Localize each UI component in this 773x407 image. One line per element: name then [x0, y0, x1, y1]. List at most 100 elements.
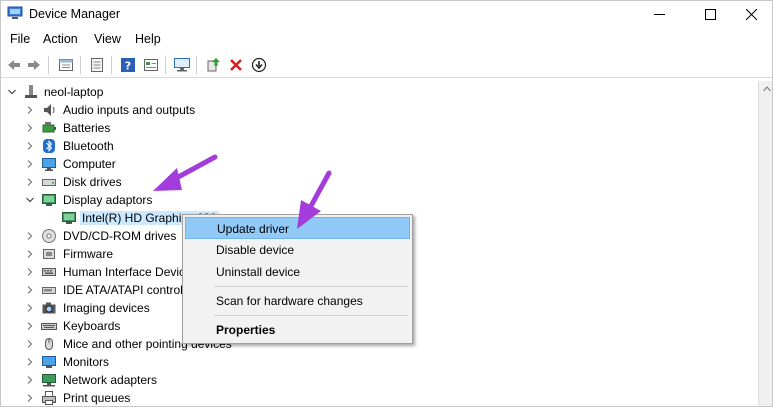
uninstall-icon: [230, 59, 242, 71]
expand-chevron-icon[interactable]: [25, 285, 35, 295]
scan-hardware-icon: [174, 58, 190, 72]
ide-icon: [42, 287, 56, 294]
tree-item-label: Bluetooth: [63, 139, 114, 153]
back-icon: [8, 60, 20, 70]
scroll-up-button[interactable]: [759, 81, 772, 97]
forward-icon: [28, 60, 40, 70]
tree-item-keyboards[interactable]: Keyboards: [1, 317, 181, 335]
menu-item-label: Uninstall device: [216, 265, 301, 279]
tree-item-label: Disk drives: [63, 175, 122, 189]
tree-item-label: Batteries: [63, 121, 111, 135]
scan-hardware-button[interactable]: [172, 55, 192, 75]
tree-item-disk-drives[interactable]: Disk drives: [1, 173, 301, 191]
menu-action[interactable]: Action: [43, 32, 78, 46]
display-adapter-icon: [42, 194, 56, 206]
tree-item-bluetooth[interactable]: Bluetooth: [1, 137, 301, 155]
tree-item-computer[interactable]: Computer: [1, 155, 301, 173]
expand-chevron-icon[interactable]: [25, 123, 35, 133]
properties-icon: [59, 59, 73, 71]
uninstall-device-menu-item[interactable]: Uninstall device: [185, 261, 410, 283]
tree-item-batteries[interactable]: Batteries: [1, 119, 301, 137]
tree-item-monitors[interactable]: Monitors: [1, 353, 241, 371]
help-icon: ?: [121, 58, 135, 73]
download-icon: [251, 57, 267, 73]
update-driver-button[interactable]: [203, 55, 223, 75]
uninstall-button[interactable]: [226, 55, 246, 75]
properties-button[interactable]: [56, 55, 76, 75]
collapse-chevron-icon[interactable]: [25, 195, 35, 205]
tree-item-display-adaptors[interactable]: Display adaptors: [1, 191, 301, 209]
menu-item-label: Update driver: [217, 222, 290, 236]
tree-item-ide[interactable]: IDE ATA/ATAPI controllers: [1, 281, 202, 299]
window-title: Device Manager: [29, 7, 121, 21]
expand-chevron-icon[interactable]: [25, 177, 35, 187]
expand-chevron-icon[interactable]: [25, 105, 35, 115]
tree-item-label: Display adaptors: [63, 193, 153, 207]
menu-separator: [214, 286, 408, 287]
disable-device-menu-item[interactable]: Disable device: [185, 239, 410, 261]
expand-chevron-icon[interactable]: [25, 357, 35, 367]
vertical-scrollbar[interactable]: [758, 81, 772, 406]
expand-chevron-icon[interactable]: [25, 231, 35, 241]
graphics-card-icon: [62, 212, 76, 224]
expand-chevron-icon[interactable]: [25, 159, 35, 169]
monitor-icon: [42, 356, 56, 368]
expand-chevron-icon[interactable]: [25, 393, 35, 403]
tree-root-label: neol-laptop: [44, 85, 104, 99]
tree-item-label: Firmware: [63, 247, 113, 261]
view-icon: [144, 59, 158, 71]
network-icon: [42, 374, 56, 387]
disk-drive-icon: [42, 179, 56, 186]
minimize-button[interactable]: [636, 1, 682, 27]
bluetooth-icon: [43, 139, 55, 153]
expand-chevron-icon[interactable]: [25, 249, 35, 259]
tree-item-network[interactable]: Network adapters: [1, 371, 241, 389]
close-button[interactable]: [728, 1, 772, 27]
tree-item-label: Monitors: [63, 355, 110, 369]
update-driver-icon: [207, 58, 220, 72]
details-icon: [91, 58, 103, 72]
tree-item-label: Network adapters: [63, 373, 158, 387]
help-button[interactable]: ?: [118, 55, 138, 75]
menu-view[interactable]: View: [94, 32, 121, 46]
expand-chevron-icon[interactable]: [25, 267, 35, 277]
maximize-button[interactable]: [687, 1, 733, 27]
mouse-icon: [45, 338, 53, 350]
update-driver-menu-item[interactable]: Update driver: [185, 217, 410, 239]
tree-item-label: Imaging devices: [63, 301, 150, 315]
tree-item-label: DVD/CD-ROM drives: [63, 229, 177, 243]
tree-root[interactable]: neol-laptop: [1, 83, 301, 101]
enable-device-button[interactable]: [249, 55, 269, 75]
computer-icon: [25, 85, 37, 98]
keyboard-icon: [41, 323, 57, 330]
tree-item-print-queues[interactable]: Print queues: [1, 389, 241, 406]
expand-chevron-icon[interactable]: [25, 321, 35, 331]
details-button[interactable]: [87, 55, 107, 75]
menu-file[interactable]: File: [10, 32, 30, 46]
speaker-icon: [44, 104, 55, 116]
menu-item-label: Properties: [216, 323, 276, 337]
tree-item-imaging[interactable]: Imaging devices: [1, 299, 181, 317]
title-bar: Device Manager: [1, 1, 772, 27]
collapse-chevron-icon[interactable]: [7, 87, 17, 97]
menu-help[interactable]: Help: [135, 32, 161, 46]
back-button[interactable]: [4, 55, 24, 75]
expand-chevron-icon[interactable]: [25, 339, 35, 349]
forward-button[interactable]: [24, 55, 44, 75]
expand-chevron-icon[interactable]: [25, 375, 35, 385]
printer-icon: [42, 391, 56, 405]
dvd-icon: [42, 229, 56, 243]
expand-chevron-icon[interactable]: [25, 303, 35, 313]
tree-item-audio[interactable]: Audio inputs and outputs: [1, 101, 301, 119]
minimize-icon: [653, 13, 665, 15]
properties-menu-item[interactable]: Properties: [185, 319, 410, 341]
menu-item-label: Disable device: [216, 243, 295, 257]
tree-item-firmware[interactable]: Firmware: [1, 245, 181, 263]
menu-bar: File Action View Help: [1, 29, 772, 51]
computer-icon: [42, 158, 56, 171]
tree-item-label: Audio inputs and outputs: [63, 103, 196, 117]
expand-chevron-icon[interactable]: [25, 141, 35, 151]
scan-hardware-menu-item[interactable]: Scan for hardware changes: [185, 290, 410, 312]
tree-item-hid[interactable]: Human Interface Devices: [1, 263, 198, 281]
view-button[interactable]: [141, 55, 161, 75]
